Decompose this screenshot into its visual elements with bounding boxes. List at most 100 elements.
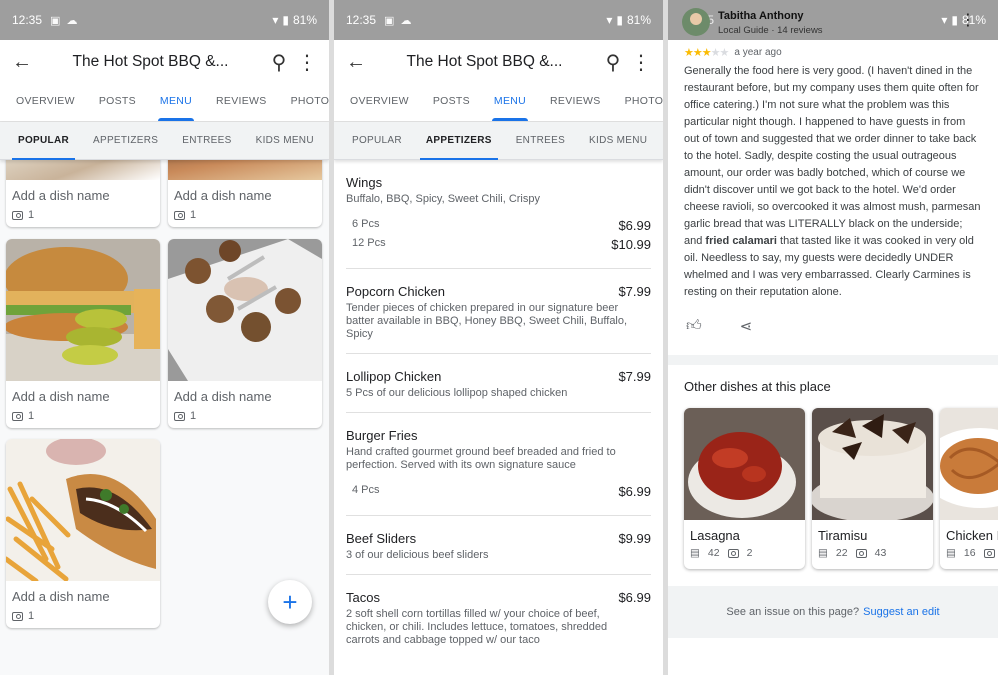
camera-icon — [727, 548, 739, 558]
share-icon[interactable]: ⋖ — [740, 317, 753, 335]
reviewer-header: 12:35 Tabitha Anthony Local Guide · 14 r… — [668, 0, 998, 40]
tab-overview[interactable]: OVERVIEW — [338, 95, 421, 121]
stars-row: ★★★★★ — [684, 46, 729, 59]
menu-item-price: $7.99 — [618, 284, 651, 299]
dish-card[interactable]: Add a dish name 1 — [6, 239, 160, 428]
photo-count: 1 — [28, 209, 35, 221]
reviewer-name[interactable]: Tabitha Anthony — [718, 10, 804, 22]
dish-card[interactable]: Add a dish name 1 — [168, 160, 322, 227]
subtab-appetizers[interactable]: APPETIZERS — [81, 122, 170, 160]
wifi-icon: ▾ — [941, 13, 948, 27]
subtab-popular[interactable]: POPULAR — [6, 122, 81, 160]
status-bar: 12:35 ▣ ☁ ▾ ▮ 81% — [0, 0, 329, 40]
camera-icon — [12, 210, 23, 220]
review-icon: ▤ — [946, 547, 956, 559]
tab-posts[interactable]: POSTS — [87, 95, 148, 121]
more-vert-icon[interactable]: ⋮ — [960, 10, 976, 30]
back-arrow-icon[interactable]: ← — [8, 48, 36, 76]
menu-sub-tabs: POPULAR APPETIZERS ENTREES KIDS MENU E — [0, 122, 329, 160]
image-notification-icon: ▣ — [50, 14, 61, 27]
dish-name-placeholder[interactable]: Add a dish name — [12, 188, 154, 203]
dish-name-placeholder[interactable]: Add a dish name — [12, 389, 154, 404]
search-icon[interactable]: ⚲ — [599, 48, 627, 76]
menu-item-name: Burger Fries — [346, 428, 418, 443]
photo-count: 1 — [28, 410, 35, 422]
subtab-entrees[interactable]: ENTREES — [170, 122, 243, 160]
main-tabs: OVERVIEW POSTS MENU REVIEWS PHOTOS — [0, 84, 329, 122]
review-icon: ▤ — [818, 547, 828, 559]
more-vert-icon[interactable]: ⋮ — [293, 48, 321, 76]
cloud-icon: ☁ — [66, 14, 78, 27]
dish-name-placeholder[interactable]: Add a dish name — [174, 389, 316, 404]
dish-name-placeholder[interactable]: Add a dish name — [174, 188, 316, 203]
battery-icon: ▮ — [951, 13, 958, 27]
subtab-more[interactable]: E — [659, 122, 663, 160]
variant-row: 6 Pcs $6.99 — [346, 218, 651, 233]
other-dishes-carousel: Lasagna ▤ 42 2 Tiramisu ▤ 22 43 Chicken … — [684, 408, 998, 569]
subtab-kids-menu[interactable]: KIDS MENU — [244, 122, 326, 160]
subtab-entrees[interactable]: ENTREES — [504, 122, 577, 160]
subtab-popular[interactable]: POPULAR — [340, 122, 414, 160]
variant-price: $6.99 — [618, 484, 651, 499]
dish-card[interactable]: Tiramisu ▤ 22 43 — [812, 408, 933, 569]
menu-item[interactable]: Burger Fries Hand crafted gourmet ground… — [346, 413, 651, 516]
tab-reviews[interactable]: REVIEWS — [204, 95, 279, 121]
section-divider — [668, 355, 998, 365]
dish-name: Chicken I — [946, 528, 998, 543]
camera-icon — [174, 210, 185, 220]
dish-card[interactable]: Add a dish name 1 — [6, 439, 160, 628]
screen-appetizers: 12:35 ▣ ☁ ▾ ▮ 81% ← The Hot Spot BBQ &... … — [334, 0, 663, 675]
subtab-kids-menu[interactable]: KIDS MENU — [577, 122, 659, 160]
more-vert-icon[interactable]: ⋮ — [627, 48, 655, 76]
dish-name-placeholder[interactable]: Add a dish name — [12, 589, 154, 604]
app-bar: ← The Hot Spot BBQ &... ⚲ ⋮ — [0, 40, 329, 84]
place-title: The Hot Spot BBQ &... — [72, 53, 229, 70]
subtab-appetizers[interactable]: APPETIZERS — [414, 122, 504, 160]
subtab-more[interactable]: E — [326, 122, 329, 160]
suggest-edit-link[interactable]: Suggest an edit — [863, 606, 939, 618]
dish-name: Tiramisu — [818, 528, 868, 543]
main-tabs: OVERVIEW POSTS MENU REVIEWS PHOTOS — [334, 84, 663, 122]
camera-icon — [12, 611, 23, 621]
burger-photo — [6, 239, 160, 381]
photo-count: 2 — [746, 547, 753, 559]
photo-count: 1 — [28, 610, 35, 622]
review-text: Generally the food here is very good. (I… — [684, 63, 982, 301]
screen-popular: 12:35 ▣ ☁ ▾ ▮ 81% ← The Hot Spot BBQ &... … — [0, 0, 329, 675]
back-arrow-icon[interactable]: ← — [342, 48, 370, 76]
tab-reviews[interactable]: REVIEWS — [538, 95, 613, 121]
tab-posts[interactable]: POSTS — [421, 95, 482, 121]
dish-card[interactable]: Add a dish name 1 — [168, 239, 322, 428]
dish-card[interactable]: Lasagna ▤ 42 2 — [684, 408, 805, 569]
chicken-pasta-photo — [940, 408, 998, 520]
menu-item[interactable]: Tacos $6.99 2 soft shell corn tortillas f… — [346, 575, 651, 659]
menu-item-name: Wings — [346, 175, 383, 190]
appetizers-menu-list: Wings Buffalo, BBQ, Spicy, Sweet Chili, … — [334, 160, 663, 675]
star-empty-icon: ★ — [710, 47, 721, 59]
star-filled-icon: ★ — [684, 47, 694, 59]
avatar[interactable] — [682, 8, 710, 36]
tab-photos[interactable]: PHOTOS — [613, 95, 663, 121]
status-time: 12:35 — [12, 13, 43, 27]
tab-overview[interactable]: OVERVIEW — [4, 95, 87, 121]
search-icon[interactable]: ⚲ — [265, 48, 293, 76]
menu-item[interactable]: Wings Buffalo, BBQ, Spicy, Sweet Chili, … — [346, 160, 651, 269]
tiramisu-photo — [812, 408, 933, 520]
menu-sub-tabs: POPULAR APPETIZERS ENTREES KIDS MENU E — [334, 122, 663, 160]
tab-menu[interactable]: MENU — [482, 95, 538, 121]
camera-icon — [174, 411, 185, 421]
menu-item[interactable]: Lollipop Chicken $7.99 5 Pcs of our delic… — [346, 354, 651, 413]
menu-item[interactable]: Popcorn Chicken $7.99 Tender pieces of ch… — [346, 269, 651, 354]
dish-name: Lasagna — [690, 528, 740, 543]
tab-menu[interactable]: MENU — [148, 95, 204, 121]
add-photo-button[interactable]: + — [268, 580, 312, 624]
dish-card[interactable]: Chicken I ▤ 16 — [940, 408, 998, 569]
dish-card[interactable]: Add a dish name 1 — [6, 160, 160, 227]
menu-item-description: Tender pieces of chicken prepared in our… — [346, 302, 628, 340]
menu-item-description: 3 of our delicious beef sliders — [346, 549, 489, 561]
menu-item[interactable]: Beef Sliders $9.99 3 of our delicious bee… — [346, 516, 651, 575]
tab-photos[interactable]: PHOTOS — [279, 95, 329, 121]
dish-photo — [168, 160, 322, 180]
variant-price: $10.99 — [611, 237, 651, 252]
thumbs-up-icon[interactable]: 👍︎ — [686, 317, 702, 335]
